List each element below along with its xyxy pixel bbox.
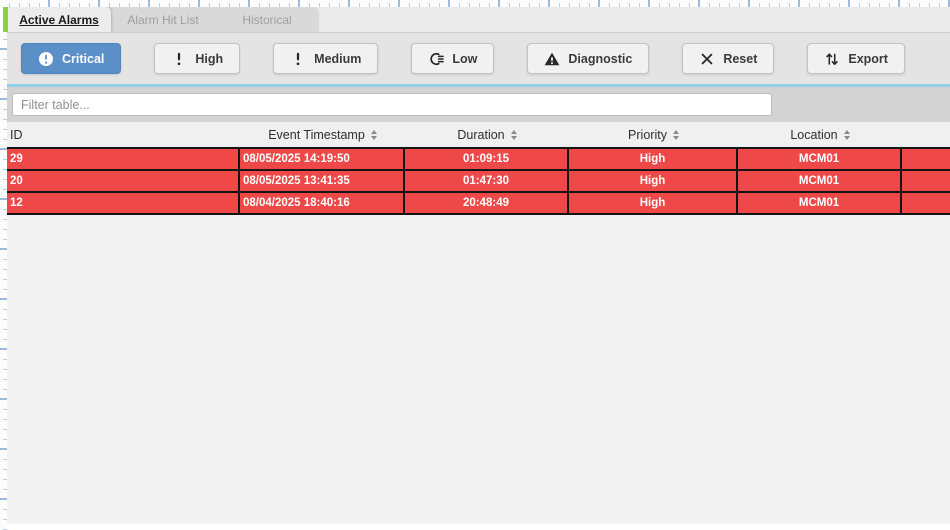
column-header-location[interactable]: Location	[738, 122, 902, 147]
exclamation-circle-icon	[38, 51, 54, 67]
export-label: Export	[848, 52, 888, 66]
cell-extra	[902, 193, 950, 213]
tab-group: Active Alarms Alarm Hit List Historical	[7, 7, 319, 32]
cell-event-timestamp: 08/05/2025 14:19:50	[240, 149, 405, 169]
tab-active-alarms[interactable]: Active Alarms	[7, 7, 111, 32]
cell-priority: High	[569, 193, 738, 213]
reset-label: Reset	[723, 52, 757, 66]
cell-priority: High	[569, 149, 738, 169]
column-header-label: Location	[790, 128, 837, 142]
alarm-table-row[interactable]: 29 08/05/2025 14:19:50 01:09:15 High MCM…	[7, 149, 950, 171]
cell-location: MCM01	[738, 149, 902, 169]
sort-arrows-icon	[844, 130, 850, 140]
column-header-label: Event Timestamp	[268, 128, 365, 142]
column-header-id[interactable]: ID	[7, 122, 240, 147]
canvas-ruler-horizontal	[0, 0, 950, 7]
alarm-panel: Active Alarms Alarm Hit List Historical …	[7, 7, 950, 530]
medium-filter-button[interactable]: Medium	[273, 43, 378, 74]
sort-arrows-icon	[511, 130, 517, 140]
cell-extra	[902, 149, 950, 169]
footer-strip	[7, 524, 950, 530]
table-header-row: ID Event Timestamp Duration Priority Loc…	[7, 122, 950, 147]
column-header-label: Priority	[628, 128, 667, 142]
critical-filter-label: Critical	[62, 52, 104, 66]
cell-id: 12	[7, 193, 240, 213]
tab-alarm-hit-list[interactable]: Alarm Hit List	[111, 7, 215, 32]
column-header-duration[interactable]: Duration	[405, 122, 569, 147]
high-filter-label: High	[195, 52, 223, 66]
column-header-label: Duration	[457, 128, 504, 142]
filter-table-input[interactable]	[12, 93, 772, 116]
cell-location: MCM01	[738, 171, 902, 191]
x-icon	[699, 51, 715, 67]
up-down-arrows-icon	[824, 51, 840, 67]
table-empty-area	[7, 215, 950, 524]
sort-arrows-icon	[673, 130, 679, 140]
column-header-priority[interactable]: Priority	[569, 122, 738, 147]
cell-extra	[902, 171, 950, 191]
low-filter-label: Low	[452, 52, 477, 66]
cell-duration: 20:48:49	[405, 193, 569, 213]
cell-duration: 01:09:15	[405, 149, 569, 169]
cell-event-timestamp: 08/04/2025 18:40:16	[240, 193, 405, 213]
warning-triangle-icon	[544, 51, 560, 67]
cell-event-timestamp: 08/05/2025 13:41:35	[240, 171, 405, 191]
alarm-table-row[interactable]: 12 08/04/2025 18:40:16 20:48:49 High MCM…	[7, 193, 950, 215]
cell-id: 29	[7, 149, 240, 169]
diagnostic-filter-button[interactable]: Diagnostic	[527, 43, 649, 74]
cell-location: MCM01	[738, 193, 902, 213]
export-button[interactable]: Export	[807, 43, 905, 74]
diagnostic-filter-label: Diagnostic	[568, 52, 632, 66]
tab-bar: Active Alarms Alarm Hit List Historical	[7, 7, 950, 32]
critical-filter-button[interactable]: Critical	[21, 43, 121, 74]
medium-filter-label: Medium	[314, 52, 361, 66]
alarm-filter-toolbar: Critical High Medium	[7, 32, 950, 87]
cell-duration: 01:47:30	[405, 171, 569, 191]
exclamation-icon	[171, 51, 187, 67]
alarm-table-body: 29 08/05/2025 14:19:50 01:09:15 High MCM…	[7, 147, 950, 215]
cell-priority: High	[569, 171, 738, 191]
canvas-selection-indicator	[3, 7, 8, 32]
column-header-extra	[902, 122, 950, 147]
column-header-label: ID	[10, 128, 23, 142]
high-filter-button[interactable]: High	[154, 43, 240, 74]
canvas-ruler-vertical	[0, 0, 7, 530]
low-priority-list-icon	[428, 51, 444, 67]
sort-arrows-icon	[371, 130, 377, 140]
filter-bar	[7, 87, 950, 122]
reset-button[interactable]: Reset	[682, 43, 774, 74]
cell-id: 20	[7, 171, 240, 191]
exclamation-icon	[290, 51, 306, 67]
tab-historical[interactable]: Historical	[215, 7, 319, 32]
alarm-table-row[interactable]: 20 08/05/2025 13:41:35 01:47:30 High MCM…	[7, 171, 950, 193]
column-header-event-timestamp[interactable]: Event Timestamp	[240, 122, 405, 147]
low-filter-button[interactable]: Low	[411, 43, 494, 74]
